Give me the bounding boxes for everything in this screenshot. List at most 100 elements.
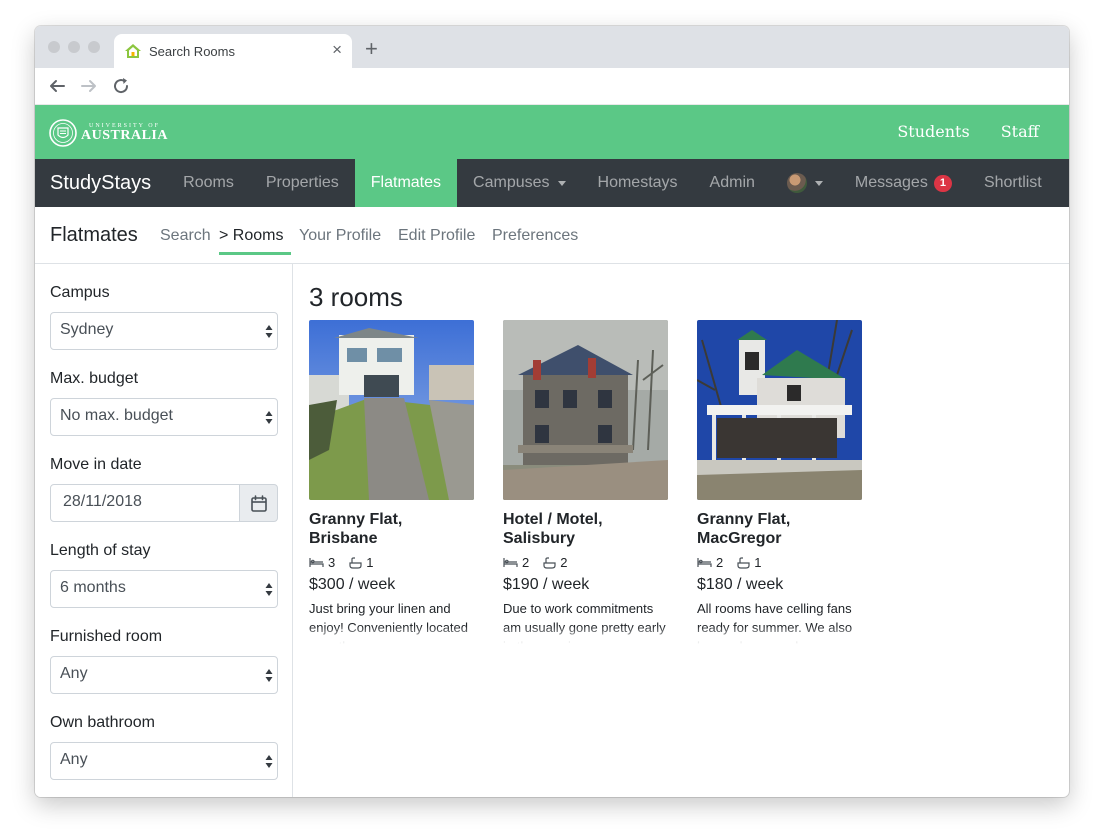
move-in-date-input[interactable]: 28/11/2018 [50,484,240,522]
bed-count: 2 [522,555,530,570]
budget-value: No max. budget [60,407,173,424]
room-price: $300 / week [309,576,396,593]
room-card[interactable]: Hotel / Motel, Salisbury 2 2 $190 / week… [503,320,668,645]
forward-arrow-icon[interactable] [77,74,101,98]
bed-icon [503,558,518,567]
bathroom-select[interactable]: Any [50,742,278,780]
sub-nav: Flatmates Search > Rooms Your Profile Ed… [35,207,1069,264]
room-photo [697,320,862,500]
subnav-search[interactable]: Search [160,227,211,245]
brand[interactable]: StudyStays [35,159,167,207]
bath-icon [349,556,362,569]
room-price: $180 / week [697,576,784,593]
house-icon [125,44,141,58]
window-minimize-dot[interactable] [68,41,80,53]
crest-icon [49,119,77,147]
nav-properties[interactable]: Properties [250,159,355,207]
calendar-button[interactable] [239,484,278,522]
bathroom-label: Own bathroom [50,714,155,731]
room-photo [503,320,668,500]
university-header: UNIVERSITY OF AUSTRALIA Students Staff [35,105,1069,159]
browser-window: Search Rooms × + UNIVERSITY OF AUSTRALIA… [35,26,1069,797]
bath-icon [543,556,556,569]
nav-messages-label: Messages [854,174,928,191]
select-arrows-icon [265,411,273,424]
university-logo[interactable]: UNIVERSITY OF AUSTRALIA [49,118,168,148]
chevron-down-icon [557,180,566,186]
nav-admin[interactable]: Admin [694,159,771,207]
plus-icon[interactable]: + [365,38,378,60]
nav-shortlist[interactable]: Shortlist [968,159,1058,207]
students-link[interactable]: Students [897,122,969,141]
length-label: Length of stay [50,542,151,559]
room-title: Granny Flat, MacGregor [697,511,791,547]
bathroom-value: Any [60,751,88,768]
results-heading: 3 rooms [309,282,403,312]
bath-count: 1 [754,555,762,570]
move-in-label: Move in date [50,456,142,473]
nav-flatmates[interactable]: Flatmates [354,159,458,207]
select-arrows-icon [265,669,273,682]
browser-toolbar [35,68,1069,105]
select-arrows-icon [265,755,273,768]
nav-messages[interactable]: Messages 1 [839,159,968,207]
room-price: $190 / week [503,576,590,593]
back-arrow-icon[interactable] [45,74,69,98]
window-close-dot[interactable] [48,41,60,53]
active-tab-indicator [219,252,291,255]
room-photo [309,320,474,500]
avatar [786,173,807,193]
close-icon[interactable]: × [332,40,342,60]
nav-user-menu[interactable] [771,159,839,207]
messages-badge: 1 [933,174,952,192]
select-arrows-icon [265,325,273,338]
nav-campuses[interactable]: Campuses [457,159,581,207]
results-panel: 3 rooms Granny Flat, Brisbane 3 1 $300 /… [294,264,1069,797]
chevron-down-icon [814,180,823,186]
bed-icon [309,558,324,567]
browser-tab[interactable]: Search Rooms × [114,34,352,68]
budget-select[interactable]: No max. budget [50,398,278,436]
reload-icon[interactable] [109,74,133,98]
room-meta: 2 2 [503,555,567,570]
bed-count: 2 [716,555,724,570]
tab-strip: Search Rooms × + [35,26,1069,68]
window-zoom-dot[interactable] [88,41,100,53]
furnished-label: Furnished room [50,628,163,645]
main-nav: StudyStays Rooms Properties Flatmates Ca… [35,159,1069,207]
staff-link[interactable]: Staff [1001,122,1039,141]
room-title: Hotel / Motel, Salisbury [503,511,603,547]
bed-icon [697,558,712,567]
budget-label: Max. budget [50,370,139,387]
bath-count: 1 [366,555,374,570]
room-description: All rooms have celling fans ready for su… [697,601,853,644]
campus-label: Campus [50,284,110,301]
subnav-rooms[interactable]: > Rooms [219,227,283,245]
calendar-icon [251,495,267,512]
bed-count: 3 [328,555,336,570]
bath-icon [737,556,750,569]
subnav-your-profile[interactable]: Your Profile [299,227,381,245]
furnished-value: Any [60,665,88,682]
room-description: Due to work commitments am usually gone … [503,601,666,644]
room-card[interactable]: Granny Flat, MacGregor 2 1 $180 / week A… [697,320,862,645]
nav-homestays[interactable]: Homestays [582,159,694,207]
nav-campuses-label: Campuses [473,174,550,191]
length-value: 6 months [60,579,126,596]
nav-rooms[interactable]: Rooms [167,159,250,207]
furnished-select[interactable]: Any [50,656,278,694]
subnav-preferences[interactable]: Preferences [492,227,578,245]
length-select[interactable]: 6 months [50,570,278,608]
room-meta: 3 1 [309,555,373,570]
room-card[interactable]: Granny Flat, Brisbane 3 1 $300 / week Ju… [309,320,474,645]
tab-title: Search Rooms [149,44,235,59]
logo-big-text: AUSTRALIA [81,128,168,143]
room-title: Granny Flat, Brisbane [309,511,403,547]
filter-sidebar: Campus Sydney Max. budget No max. budget… [35,264,293,797]
section-title: Flatmates [50,224,138,246]
subnav-edit-profile[interactable]: Edit Profile [398,227,475,245]
bath-count: 2 [560,555,568,570]
room-description: Just bring your linen and enjoy! Conveni… [309,601,468,644]
select-arrows-icon [265,583,273,596]
campus-select[interactable]: Sydney [50,312,278,350]
